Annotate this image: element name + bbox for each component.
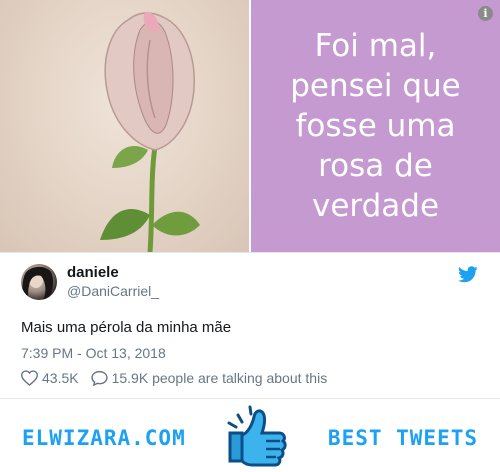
reply-button[interactable]: 15.9K people are talking about this (90, 370, 328, 386)
branding-banner: ELWIZARA.COM BEST TWEETS (0, 398, 500, 472)
site-name[interactable]: ELWIZARA.COM (22, 426, 186, 450)
info-icon[interactable]: i (478, 6, 493, 21)
speech-bubble-icon (90, 370, 108, 386)
like-count: 43.5K (42, 370, 79, 386)
rose-illustration (100, 11, 200, 252)
tweet-timestamp[interactable]: 7:39 PM - Oct 13, 2018 (21, 345, 166, 361)
tweet-card[interactable]: daniele @DaniCarriel_ Mais uma pérola da… (0, 252, 500, 398)
user-handle[interactable]: @DaniCarriel_ (67, 283, 159, 299)
like-button[interactable]: 43.5K (21, 370, 79, 386)
talking-count: 15.9K people are talking about this (111, 370, 328, 386)
avatar-image (22, 266, 54, 300)
thumbs-up-icon (227, 405, 287, 467)
tweet-text: Mais uma pérola da minha mãe (21, 319, 232, 336)
caption-panel: Foi mal, pensei que fosse uma rosa de ve… (251, 0, 500, 252)
best-tweets-label: BEST TWEETS (327, 426, 478, 450)
tweet-actions: 43.5K 15.9K people are talking about thi… (21, 370, 327, 386)
rose-photo (0, 0, 249, 252)
tweet-media[interactable]: Foi mal, pensei que fosse uma rosa de ve… (0, 0, 500, 252)
caption-text: Foi mal, pensei que fosse uma rosa de ve… (290, 28, 461, 224)
twitter-bird-icon[interactable] (458, 266, 478, 283)
heart-icon (21, 370, 38, 386)
display-name[interactable]: daniele (67, 264, 119, 281)
avatar[interactable] (21, 264, 57, 300)
